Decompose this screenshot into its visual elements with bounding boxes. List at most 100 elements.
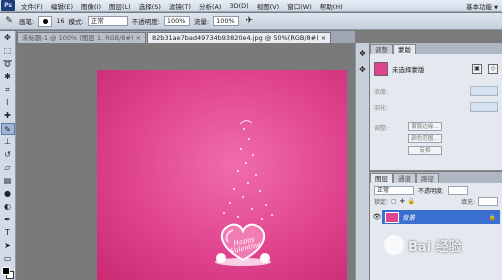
workspace-switcher[interactable]: 基本功能 ▼ (466, 1, 498, 11)
workspace-label: 基本功能 (466, 3, 493, 11)
menu-help[interactable]: 帮助(H) (316, 1, 347, 11)
tab-paths[interactable]: 路径 (416, 173, 439, 183)
tab-untitled-1[interactable]: 未标题-1 @ 100% (图层 1, RGB/8#) × (17, 32, 146, 43)
lasso-tool-icon[interactable]: ➰ (1, 58, 15, 70)
blur-tool-icon[interactable]: ● (1, 188, 15, 200)
menu-window[interactable]: 窗口(W) (283, 1, 316, 11)
eyedropper-tool-icon[interactable]: ⌇ (1, 97, 15, 109)
layer-opacity-field[interactable] (448, 185, 469, 195)
swatches-panel-icon[interactable]: ✥ (358, 65, 368, 75)
shape-tool-icon[interactable]: ▭ (1, 253, 15, 265)
collapsed-panel-strip: ❖ ✥ (355, 43, 369, 280)
mask-edge-button[interactable]: 蒙版边缘... (408, 122, 442, 131)
healing-tool-icon[interactable]: ✚ (1, 110, 15, 122)
sparkle (243, 128, 245, 130)
sparkle (237, 170, 239, 172)
mask-header: 未选择蒙版 ▣ ◇ (374, 60, 498, 78)
tab-image-jpg[interactable]: 82b31ae7bad49734b93820e4.jpg @ 50%(RGB/8… (146, 32, 332, 43)
layer-opacity-label: 不透明度: (418, 187, 445, 195)
sparkle (265, 204, 267, 206)
brush-tool-icon[interactable]: ✎ (3, 15, 15, 27)
tab-channels[interactable]: 通道 (393, 173, 416, 183)
menu-layer[interactable]: 图层(L) (105, 1, 135, 11)
opacity-field[interactable]: 100% (163, 16, 190, 26)
menu-analysis[interactable]: 分析(A) (195, 1, 226, 11)
tab-masks[interactable]: 蒙版 (393, 44, 416, 54)
sparkle (259, 190, 261, 192)
opacity-label: 不透明度: (131, 18, 160, 26)
flow-field[interactable]: 100% (213, 16, 240, 26)
density-label: 浓度: (374, 88, 389, 96)
foreground-color-swatch[interactable] (2, 267, 10, 275)
baidu-watermark: Bai 经验 (384, 232, 500, 258)
menu-bar: Ps 文件(F) 编辑(E) 图像(I) 图层(L) 选择(S) 滤镜(T) 分… (0, 0, 502, 12)
lock-all-icon[interactable]: 🔒 (408, 198, 415, 205)
brush-size: 16 (56, 17, 65, 25)
sparkle (233, 188, 235, 190)
lock-icon: 🔒 (488, 213, 496, 221)
menu-edit[interactable]: 编辑(E) (47, 1, 77, 11)
brush-tool-icon[interactable]: ✎ (0, 123, 15, 135)
chevron-down-icon: ▼ (494, 5, 498, 11)
lock-position-icon[interactable]: ✚ (400, 198, 405, 205)
tab-adjustments[interactable]: 调整 (370, 44, 393, 54)
dodge-tool-icon[interactable]: ◐ (1, 201, 15, 213)
pixel-mask-button[interactable]: ▣ (472, 64, 482, 74)
fill-field[interactable] (478, 197, 498, 206)
toolbox: ✥ ⬚ ➰ ✱ ⌗ ⌇ ✚ ✎ ⊥ ↺ ▱ ▤ ● ◐ ✒ T ➤ ▭ ✋ (0, 31, 16, 280)
move-tool-icon[interactable]: ✥ (1, 32, 15, 44)
sparkle (242, 196, 244, 198)
blend-row: 正常 不透明度: (374, 185, 498, 195)
color-panel-icon[interactable]: ❖ (358, 49, 368, 59)
flow-label: 流量: (193, 18, 210, 26)
mode-select[interactable]: 正常 (87, 16, 128, 26)
canvas[interactable]: Happy Valentine (97, 70, 347, 280)
sparkle (240, 148, 242, 150)
gradient-tool-icon[interactable]: ▤ (1, 175, 15, 187)
menu-select[interactable]: 选择(S) (135, 1, 165, 11)
eraser-tool-icon[interactable]: ▱ (1, 162, 15, 174)
airbrush-icon[interactable]: ✈ (243, 15, 255, 27)
stamp-tool-icon[interactable]: ⊥ (1, 136, 15, 148)
lock-row: 锁定: ▢ ✚ 🔒 填充: (374, 197, 498, 206)
sparkle (245, 162, 247, 164)
path-select-tool-icon[interactable]: ➤ (1, 240, 15, 252)
sparkle (271, 214, 273, 216)
sparkle (223, 212, 225, 214)
options-bar: ✎ 画笔: 16 模式: 正常 不透明度: 100% 流量: 100% ✈ (0, 13, 502, 30)
history-brush-icon[interactable]: ↺ (1, 149, 15, 161)
color-range-button[interactable]: 颜色范围... (408, 134, 442, 143)
crop-tool-icon[interactable]: ⌗ (1, 84, 15, 96)
swirl-decoration (239, 120, 253, 125)
adjust-panel-tabs: 调整 蒙版 (370, 43, 502, 54)
sparkle (252, 154, 254, 156)
menu-3d[interactable]: 3D(D) (225, 2, 252, 10)
sparkle (229, 202, 231, 204)
eye-icon[interactable]: 👁 (372, 210, 382, 224)
brush-preset-picker[interactable] (38, 15, 53, 27)
sparkle (247, 182, 249, 184)
layer-row[interactable]: 👁 背景 🔒 (372, 210, 500, 224)
menu-filter[interactable]: 滤镜(T) (165, 1, 195, 11)
mask-thumbnail[interactable] (374, 62, 388, 76)
lock-pixels-icon[interactable]: ▢ (391, 198, 397, 205)
masks-panel: 未选择蒙版 ▣ ◇ 浓度: 羽化: 调整: 蒙版边缘... 颜色范围... 反相 (370, 54, 502, 171)
tab-layers[interactable]: 图层 (370, 173, 393, 183)
quick-select-tool-icon[interactable]: ✱ (1, 71, 15, 83)
menu-view[interactable]: 视图(V) (253, 1, 284, 11)
menu-file[interactable]: 文件(F) (17, 1, 47, 11)
sparkle (255, 174, 257, 176)
blend-mode-select[interactable]: 正常 (374, 185, 414, 195)
menu-image[interactable]: 图像(I) (77, 1, 105, 11)
vector-mask-button[interactable]: ◇ (488, 64, 498, 74)
layer-name: 背景 (402, 214, 415, 222)
pen-tool-icon[interactable]: ✒ (1, 214, 15, 226)
invert-button[interactable]: 反相 (408, 146, 442, 155)
photoshop-logo: Ps (1, 0, 15, 11)
density-field[interactable] (470, 86, 498, 96)
mask-title: 未选择蒙版 (392, 66, 425, 74)
feather-field[interactable] (470, 102, 498, 112)
type-tool-icon[interactable]: T (1, 227, 15, 239)
watermark-text: Bai 经验 (408, 239, 462, 255)
marquee-tool-icon[interactable]: ⬚ (1, 45, 15, 57)
